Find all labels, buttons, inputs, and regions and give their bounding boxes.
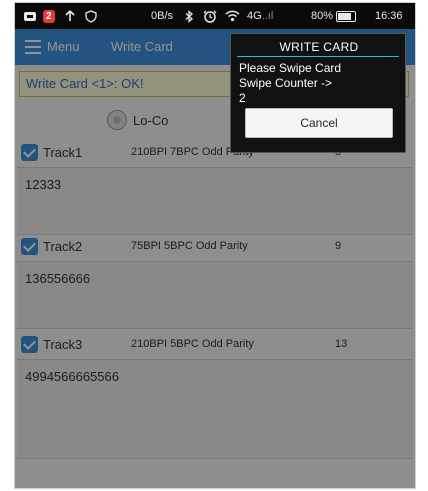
cancel-button[interactable]: Cancel [245, 108, 393, 138]
message-icon [23, 3, 37, 29]
notification-badge: 2 [43, 9, 55, 23]
battery-percent: 80% [311, 10, 334, 22]
signal-icon: ..ıl [261, 10, 274, 22]
dialog-title: WRITE CARD [279, 40, 359, 54]
alarm-icon [203, 3, 217, 29]
wifi-icon [225, 3, 240, 29]
swipe-counter-label: Swipe Counter -> [239, 76, 333, 90]
status-bar: 2 0B/s 4G ..ıl 80% 16:36 [15, 3, 415, 29]
data-speed: 0B/s [151, 10, 174, 22]
write-card-dialog: WRITE CARD Please Swipe Card Swipe Count… [230, 33, 406, 153]
network-type: 4G [247, 10, 262, 22]
bluetooth-icon [185, 3, 194, 29]
clock: 16:36 [375, 10, 403, 22]
swipe-counter-value: 2 [239, 91, 246, 105]
dialog-divider [237, 56, 399, 57]
phone-screen: 2 0B/s 4G ..ıl 80% 16:36 Menu Write Card … [14, 2, 416, 489]
upload-arrow-icon [65, 3, 75, 29]
dialog-message: Please Swipe Card [239, 61, 342, 75]
battery-icon [336, 10, 357, 22]
shield-icon [85, 3, 97, 29]
